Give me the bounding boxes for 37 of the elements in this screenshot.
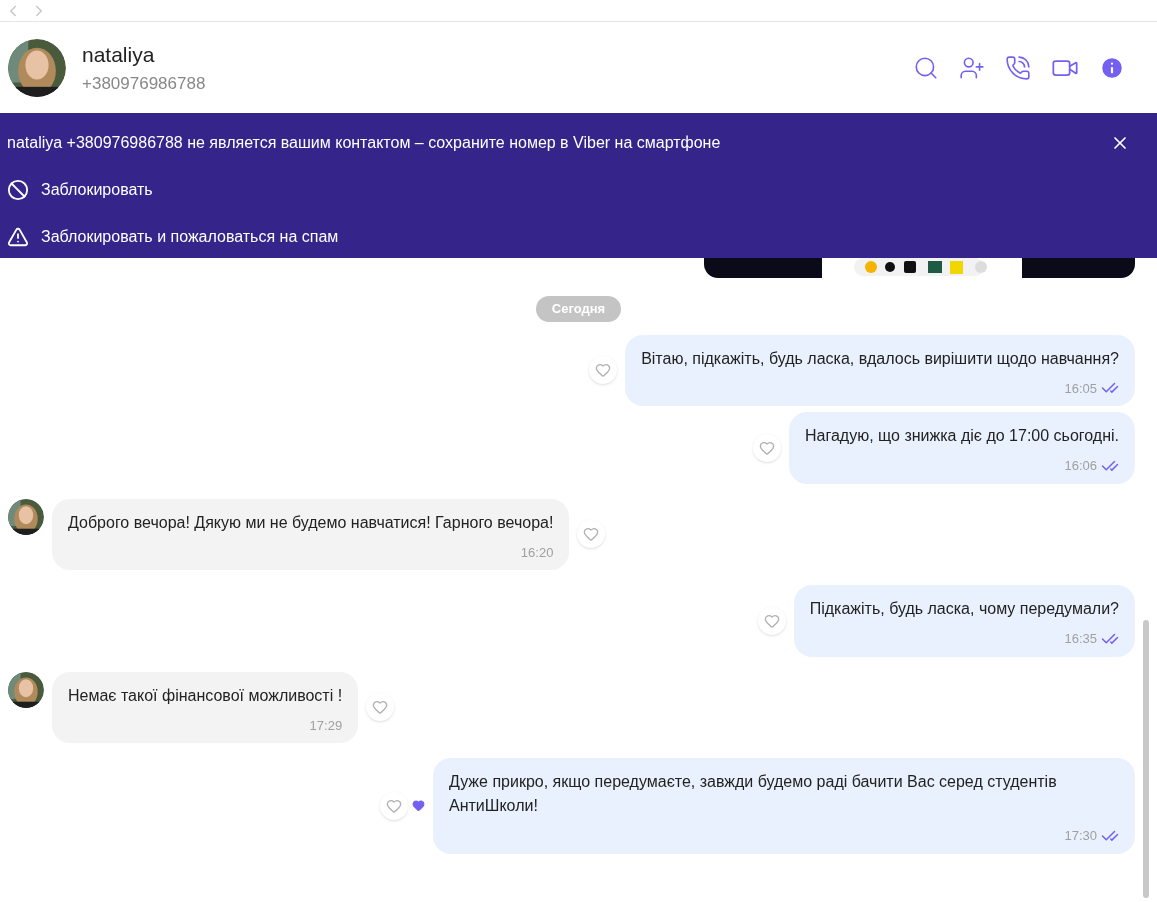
- heart-icon: [763, 612, 780, 629]
- message-text: Доброго вечора! Дякую ми не будемо навчатися! Гарного вечора!: [68, 512, 554, 533]
- report-spam-button[interactable]: Заблокировать и пожаловаться на спам: [7, 225, 1150, 249]
- like-button[interactable]: [380, 791, 408, 820]
- contact-phone: +380976986788: [82, 72, 206, 95]
- like-button[interactable]: [366, 693, 395, 722]
- heart-icon: [759, 439, 775, 456]
- message-time: 16:20: [520, 543, 554, 562]
- avatar: [8, 671, 44, 708]
- message-time: 17:29: [309, 716, 343, 735]
- add-contact-icon[interactable]: [959, 54, 985, 81]
- scrollbar[interactable]: [1143, 620, 1149, 898]
- message-time: 16:06: [1064, 457, 1097, 475]
- like-button[interactable]: [757, 606, 786, 635]
- banner-text: nataliya +380976986788 не является вашим контактом – сохраните номер в Viber на смартфоне: [7, 133, 721, 153]
- heart-icon: [386, 797, 402, 814]
- heart-icon: [595, 362, 612, 379]
- avatar: [8, 498, 44, 535]
- block-button[interactable]: Заблокировать: [7, 178, 1150, 202]
- message-text: Вітаю, підкажіть, будь ласка, вдалось вирішити щодо навчання?: [641, 348, 1119, 369]
- heart-icon: [583, 526, 600, 543]
- heart-icon: [372, 699, 389, 716]
- message-text: Дуже прикро, якщо передумаєте, завжди будемо раді бачити Вас серед студентів АнтиШколи!: [449, 772, 1058, 816]
- message-time: 16:05: [1064, 379, 1097, 398]
- warning-icon: [7, 226, 29, 248]
- like-button[interactable]: [577, 520, 606, 549]
- like-button[interactable]: [589, 356, 618, 385]
- block-icon: [7, 179, 29, 201]
- message-text: Нагадую, що знижка діє до 17:00 сьогодні.: [805, 426, 1119, 446]
- message-text: Підкажіть, будь ласка, чому передумали?: [809, 599, 1119, 619]
- like-button[interactable]: [753, 433, 781, 462]
- date-separator: Сегодня: [535, 296, 622, 322]
- message-time: 17:30: [1064, 827, 1097, 845]
- phone-icon[interactable]: [1005, 54, 1031, 81]
- contact-name: nataliya: [82, 42, 156, 68]
- message-text: Немає такої фінансової можливості !: [68, 685, 343, 706]
- message-time: 16:35: [1064, 630, 1097, 648]
